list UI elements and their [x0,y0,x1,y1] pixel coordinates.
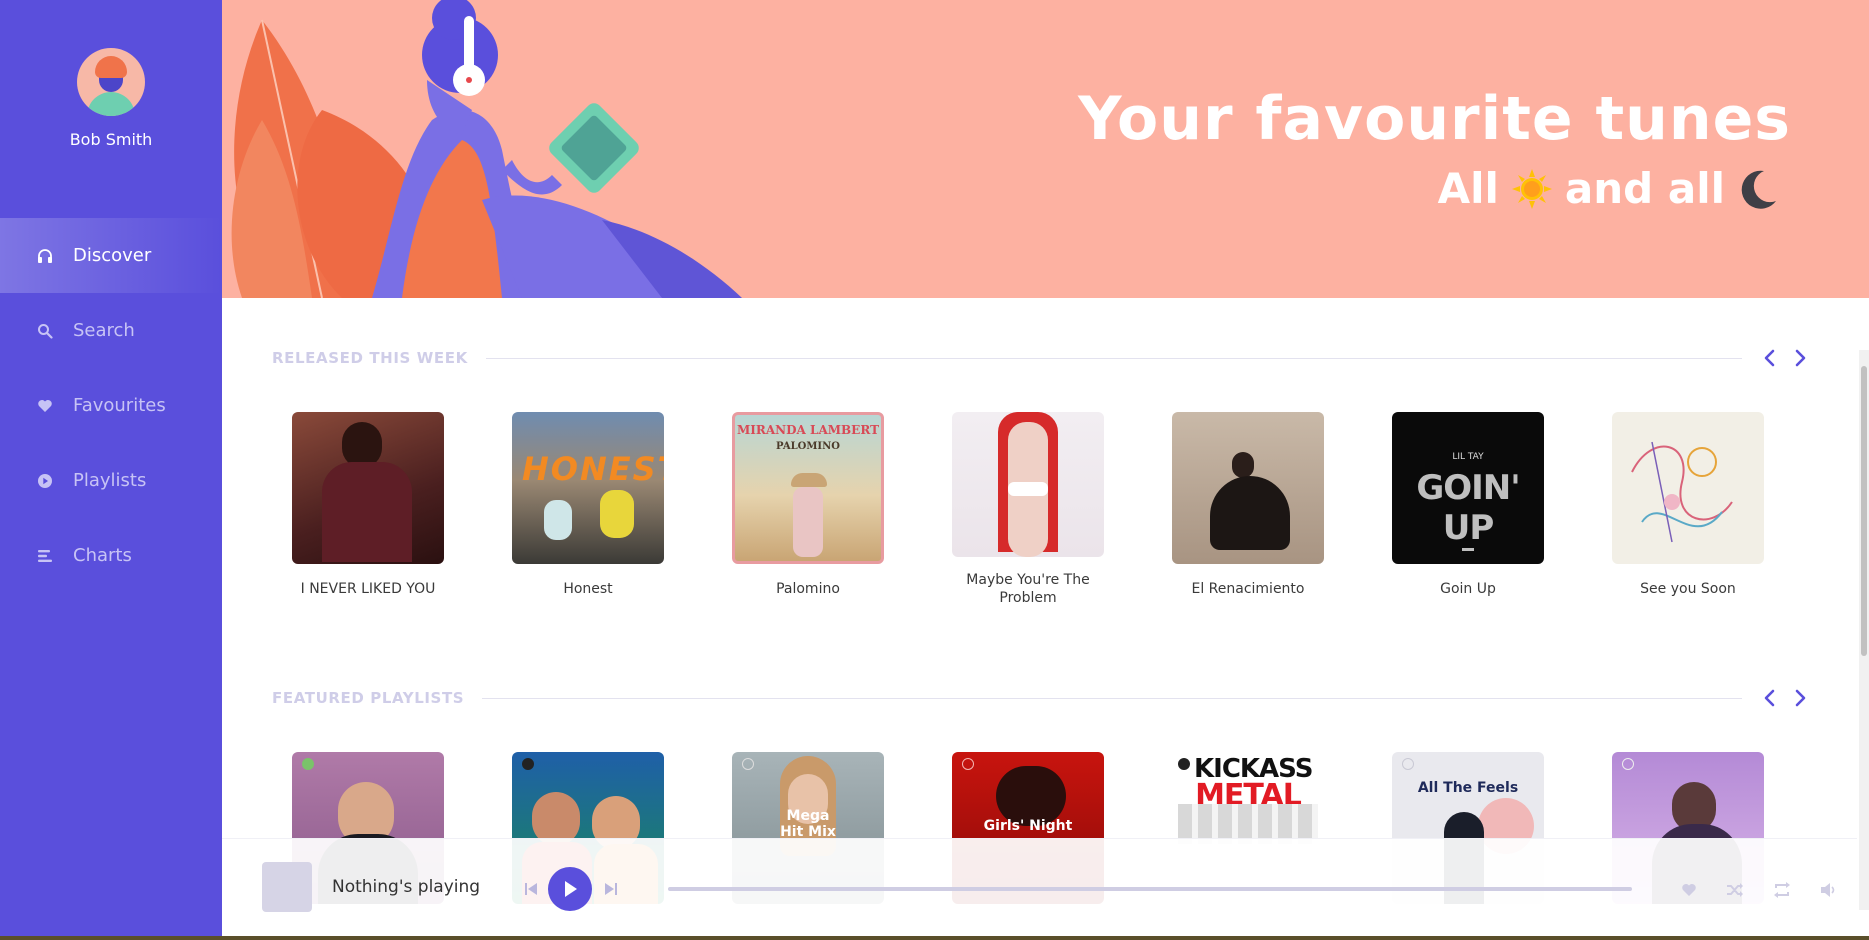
hero-banner: Your favourite tunes All and all [222,0,1869,298]
section-header: FEATURED PLAYLISTS [272,686,1812,710]
album-cover-text: GOIN' UP [1416,468,1520,548]
carousel-arrows [1760,347,1812,369]
skip-back-icon [525,883,537,895]
next-track-button[interactable] [602,879,620,899]
album-cover-text: PALOMINO [776,441,840,452]
album-title: Honest [563,581,613,597]
released-this-week-section: RELEASED THIS WEEK I NEVER LIKED YOU HON… [272,346,1812,632]
moon-icon [1735,166,1781,212]
playlist-cover-text: Girls' Night [983,818,1073,834]
heart-icon [36,397,54,415]
chevron-left-icon[interactable] [1760,347,1778,369]
hero-illustration [231,0,742,298]
sidebar-item-search[interactable]: Search [0,293,222,368]
favourite-button[interactable] [1678,879,1700,901]
album-title: Palomino [776,581,840,597]
sidebar-nav: Discover Search Favourites Playlists Cha… [0,218,222,593]
volume-icon [1821,883,1835,897]
hero-subtitle-and-all: and all [1564,164,1725,213]
previous-track-button[interactable] [522,879,540,899]
album-title: El Renacimiento [1191,581,1305,597]
scrollbar-thumb[interactable] [1861,366,1867,656]
album-cover[interactable]: MIRANDA LAMBERT PALOMINO [732,412,884,564]
bars-icon [36,547,54,565]
bottom-strip [0,936,1869,940]
heart-icon [1682,884,1696,896]
sidebar-item-label: Playlists [73,470,147,491]
album-card[interactable]: Maybe You're The Problem [952,412,1104,607]
album-cover[interactable] [952,412,1104,557]
sidebar-item-favourites[interactable]: Favourites [0,368,222,443]
sidebar-item-label: Search [73,320,135,341]
album-card[interactable]: MIRANDA LAMBERT PALOMINO Palomino [732,412,884,598]
divider [485,357,1742,359]
playlist-cover-text: Mega Hit Mix [780,808,836,840]
album-cover[interactable] [1612,412,1764,564]
skip-forward-icon [605,883,617,895]
album-cover[interactable]: LIL TAY GOIN' UP [1392,412,1544,564]
divider [482,697,1742,699]
chevron-left-icon[interactable] [1760,687,1778,709]
chevron-right-icon[interactable] [1792,347,1810,369]
album-title: Maybe You're The Problem [966,572,1090,606]
play-button[interactable] [548,867,592,911]
track-progress-bar[interactable] [668,887,1632,891]
shuffle-icon [1727,883,1743,897]
album-cover-text: HONEST [522,450,664,488]
album-title: I NEVER LIKED YOU [300,581,436,597]
avatar[interactable] [77,48,145,116]
album-cover-text: LIL TAY [1452,452,1484,462]
hero-subtitle: All and all [1438,164,1791,213]
album-card[interactable]: LIL TAY GOIN' UP Goin Up [1392,412,1544,598]
player-bar: Nothing's playing [222,838,1857,940]
hero-title: Your favourite tunes [1078,84,1791,154]
app: Bob Smith Discover Search Favourites Pla… [0,0,1869,940]
user-profile[interactable]: Bob Smith [0,48,222,149]
album-card[interactable]: El Renacimiento [1172,412,1324,598]
album-carousel: I NEVER LIKED YOU HONEST Honest MIRANDA … [272,412,1812,632]
playlist-cover-text: All The Feels [1417,780,1519,796]
album-cover-text: MIRANDA LAMBERT [736,423,880,437]
sidebar-item-playlists[interactable]: Playlists [0,443,222,518]
search-icon [36,322,54,340]
album-cover[interactable] [292,412,444,564]
sidebar: Bob Smith Discover Search Favourites Pla… [0,0,222,940]
album-cover[interactable]: HONEST [512,412,664,564]
section-title: FEATURED PLAYLISTS [272,689,465,707]
shuffle-button[interactable] [1724,879,1746,901]
now-playing-title: Nothing's playing [332,877,481,897]
repeat-button[interactable] [1771,879,1793,901]
section-header: RELEASED THIS WEEK [272,346,1812,370]
album-title: Goin Up [1440,581,1496,597]
sun-icon [1509,166,1555,212]
hero-subtitle-all: All [1437,164,1499,213]
page-scrollbar[interactable] [1859,350,1869,910]
chevron-right-icon[interactable] [1792,687,1810,709]
play-icon [565,881,577,897]
volume-button[interactable] [1818,879,1840,901]
album-cover[interactable] [1172,412,1324,564]
carousel-arrows [1760,687,1812,709]
album-card[interactable]: HONEST Honest [512,412,664,598]
sidebar-item-label: Charts [73,545,132,566]
user-name: Bob Smith [69,130,153,149]
album-title: See you Soon [1640,581,1736,597]
album-card[interactable]: I NEVER LIKED YOU [292,412,444,598]
section-title: RELEASED THIS WEEK [272,349,468,367]
headphones-icon [36,247,54,265]
now-playing-thumbnail [262,862,312,912]
sidebar-item-charts[interactable]: Charts [0,518,222,593]
sidebar-item-label: Discover [73,245,152,266]
album-card[interactable]: See you Soon [1612,412,1764,598]
sidebar-item-discover[interactable]: Discover [0,218,222,293]
sidebar-item-label: Favourites [73,395,166,416]
repeat-icon [1774,882,1790,898]
play-circle-icon [36,472,54,490]
